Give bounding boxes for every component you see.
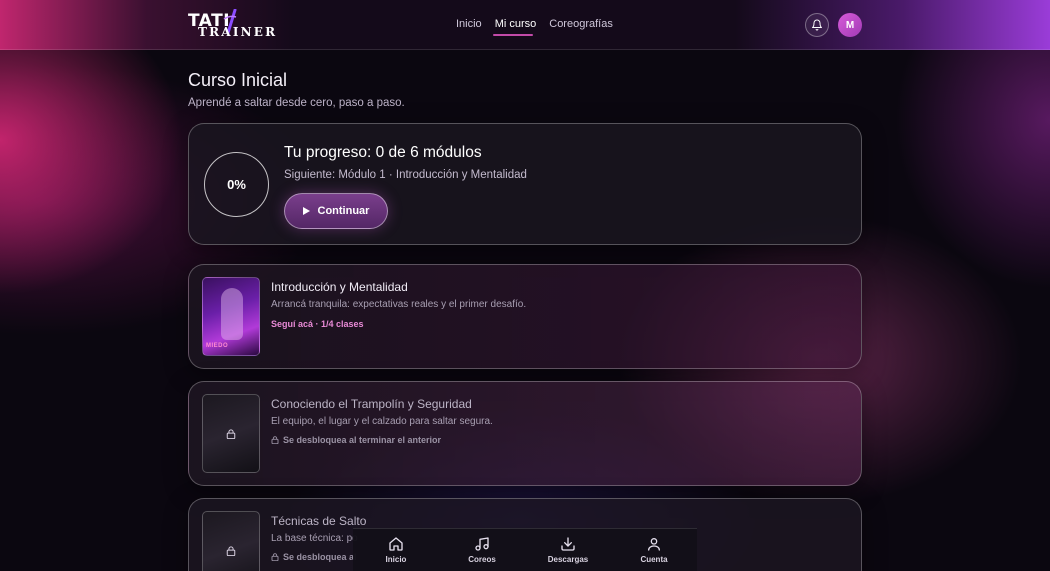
tati-trainer-logo[interactable]: TATI TRAINER — [188, 9, 275, 41]
module-card-2[interactable]: Conociendo el Trampolín y Seguridad El e… — [188, 381, 862, 486]
lock-note-text: Se desbloquea al — [283, 552, 357, 562]
tab-label: Descargas — [547, 555, 589, 564]
module-description: La base técnica: po — [271, 533, 358, 544]
module-thumbnail: MIEDO — [202, 277, 260, 356]
tab-inicio[interactable]: Inicio — [361, 536, 431, 564]
module-description: El equipo, el lugar y el calzado para sa… — [271, 416, 493, 427]
user-icon — [648, 538, 660, 551]
continue-button[interactable]: Continuar — [284, 193, 388, 229]
lock-icon — [271, 436, 279, 444]
tab-label: Coreos — [468, 555, 496, 564]
play-icon — [302, 207, 310, 215]
module-thumbnail-locked — [202, 511, 260, 571]
nav-mi-curso[interactable]: Mi curso — [495, 18, 537, 30]
active-nav-indicator — [493, 34, 533, 36]
module-card-1[interactable]: MIEDO Introducción y Mentalidad Arrancá … — [188, 264, 862, 369]
progress-ring: 0% — [204, 152, 269, 217]
main-nav: Inicio Mi curso Coreografías — [456, 18, 613, 36]
progress-percent: 0% — [227, 177, 246, 192]
nav-coreografias[interactable]: Coreografías — [549, 18, 613, 30]
tab-descargas[interactable]: Descargas — [533, 536, 603, 564]
top-navbar: TATI TRAINER Inicio Mi curso Coreografía… — [0, 0, 1050, 50]
tab-cuenta[interactable]: Cuenta — [619, 536, 689, 564]
avatar[interactable]: M — [838, 13, 862, 37]
module-description: Arrancá tranquila: expectativas reales y… — [271, 299, 527, 310]
tab-label: Inicio — [385, 555, 407, 564]
bottom-tab-bar: Inicio Coreos Descargas Cuenta — [353, 528, 697, 571]
module-thumbnail-locked — [202, 394, 260, 473]
module-lock-note: Se desbloquea al terminar el anterior — [271, 435, 441, 445]
page-subtitle: Aprendé a saltar desde cero, paso a paso… — [188, 97, 405, 109]
lock-note-text: Se desbloquea al terminar el anterior — [283, 435, 442, 445]
page-title: Curso Inicial — [188, 70, 288, 90]
module-lock-note: Se desbloquea al — [271, 552, 357, 562]
progress-title: Tu progreso: 0 de 6 módulos — [284, 144, 482, 161]
dancer-figure — [221, 288, 243, 340]
download-icon — [561, 537, 575, 551]
music-note-icon — [475, 537, 489, 551]
module-title: Técnicas de Salto — [271, 514, 367, 528]
module-status: Seguí acá · 1/4 clases — [271, 319, 364, 329]
progress-card: 0% Tu progreso: 0 de 6 módulos Siguiente… — [188, 123, 862, 245]
notifications-button[interactable] — [805, 13, 829, 37]
lock-icon — [226, 545, 236, 556]
thumbnail-tag: MIEDO — [206, 343, 229, 349]
module-title: Conociendo el Trampolín y Seguridad — [271, 397, 472, 411]
module-title: Introducción y Mentalidad — [271, 280, 408, 294]
lock-icon — [271, 553, 279, 561]
lock-icon — [226, 428, 236, 439]
bell-icon — [812, 19, 822, 31]
nav-inicio[interactable]: Inicio — [456, 18, 482, 30]
tab-coreos[interactable]: Coreos — [447, 536, 517, 564]
home-icon — [389, 537, 403, 551]
continue-button-label: Continuar — [317, 205, 370, 217]
logo-text-bottom: TRAINER — [198, 25, 278, 39]
progress-next-module: Siguiente: Módulo 1 · Introducción y Men… — [284, 169, 527, 181]
tab-label: Cuenta — [640, 555, 668, 564]
